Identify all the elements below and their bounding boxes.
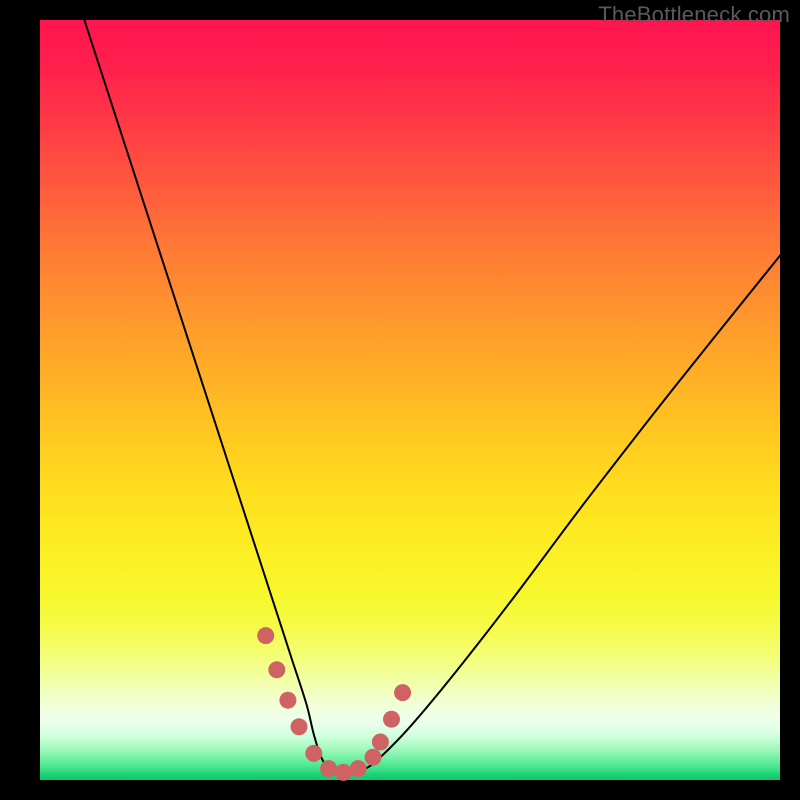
chart-svg	[40, 20, 780, 780]
highlight-dot	[279, 692, 296, 709]
highlight-dot	[335, 764, 352, 781]
highlight-dot	[365, 749, 382, 766]
highlight-dot	[350, 760, 367, 777]
highlight-dot	[320, 760, 337, 777]
highlight-dot	[372, 734, 389, 751]
highlight-dot	[257, 627, 274, 644]
chart-container: TheBottleneck.com	[0, 0, 800, 800]
highlight-dot	[394, 684, 411, 701]
bottleneck-curve	[84, 20, 780, 773]
highlight-dots	[257, 627, 411, 781]
plot-area	[40, 20, 780, 780]
watermark-text: TheBottleneck.com	[598, 2, 790, 28]
highlight-dot	[291, 718, 308, 735]
highlight-dot	[305, 745, 322, 762]
highlight-dot	[383, 711, 400, 728]
highlight-dot	[268, 661, 285, 678]
